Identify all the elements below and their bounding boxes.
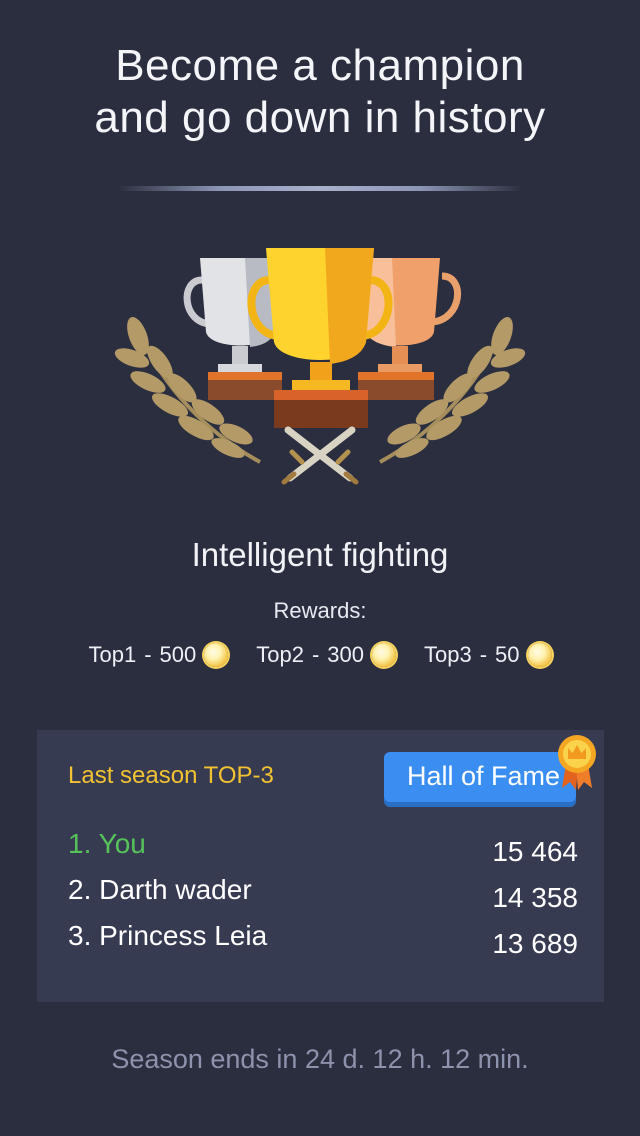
rewards-row: Top1 - 500 Top2 - 300 Top3 - 50 bbox=[0, 638, 640, 672]
trophies-illustration bbox=[114, 248, 526, 485]
reward-amount: 500 bbox=[159, 642, 197, 667]
coin-icon bbox=[372, 643, 396, 667]
reward-top3: Top3 - 50 bbox=[424, 638, 552, 672]
reward-top2: Top2 - 300 bbox=[256, 638, 396, 672]
reward-top1: Top1 - 500 bbox=[88, 638, 229, 672]
list-item: 3. Princess Leia 13 689 bbox=[68, 920, 578, 966]
divider bbox=[118, 186, 522, 191]
headline-line-1: Become a champion bbox=[115, 41, 525, 90]
list-item: 2. Darth wader 14 358 bbox=[68, 874, 578, 920]
headline-line-2: and go down in history bbox=[94, 93, 546, 142]
reward-amount: 50 bbox=[495, 642, 520, 667]
season-prefix: Season ends in bbox=[111, 1044, 298, 1074]
gold-trophy-icon bbox=[247, 248, 393, 428]
reward-label: Top3 bbox=[424, 642, 472, 667]
rank-name: 2. Darth wader bbox=[68, 874, 252, 905]
rank-score: 14 358 bbox=[492, 882, 578, 913]
rank-name: 3. Princess Leia bbox=[68, 920, 268, 951]
crown-badge-icon bbox=[558, 735, 596, 790]
reward-separator: - bbox=[479, 642, 488, 667]
reward-separator: - bbox=[311, 642, 320, 667]
coin-icon bbox=[204, 643, 229, 667]
rank-name: 1. You bbox=[68, 828, 146, 859]
reward-amount: 300 bbox=[327, 642, 364, 667]
hall-of-fame-button[interactable]: Hall of Fame bbox=[384, 752, 576, 802]
reward-label: Top1 bbox=[88, 642, 137, 667]
season-timer: Season ends in 24 d. 12 h. 12 min. bbox=[0, 1044, 640, 1075]
leaderboard-list: 1. You 15 464 2. Darth wader 14 358 3. P… bbox=[68, 828, 578, 966]
season-days: 24 d. bbox=[304, 1044, 366, 1074]
leaderboard-panel: Last season TOP-3 Hall of Fame 1. You 15… bbox=[37, 730, 604, 1002]
season-hours: 12 h. bbox=[372, 1044, 433, 1074]
headline: Become a champion and go down in history bbox=[0, 40, 640, 144]
crossed-swords-icon bbox=[281, 426, 359, 485]
coin-icon bbox=[527, 643, 552, 667]
game-title: Intelligent fighting bbox=[191, 536, 449, 573]
season-minutes: 12 min. bbox=[440, 1044, 529, 1074]
reward-label: Top2 bbox=[256, 642, 304, 667]
reward-separator: - bbox=[144, 642, 152, 667]
list-item: 1. You 15 464 bbox=[68, 828, 578, 874]
rewards-label: Rewards: bbox=[273, 598, 367, 623]
rank-score: 13 689 bbox=[492, 928, 578, 959]
rank-score: 15 464 bbox=[492, 836, 578, 867]
leaderboard-title: Last season TOP-3 bbox=[68, 762, 274, 789]
